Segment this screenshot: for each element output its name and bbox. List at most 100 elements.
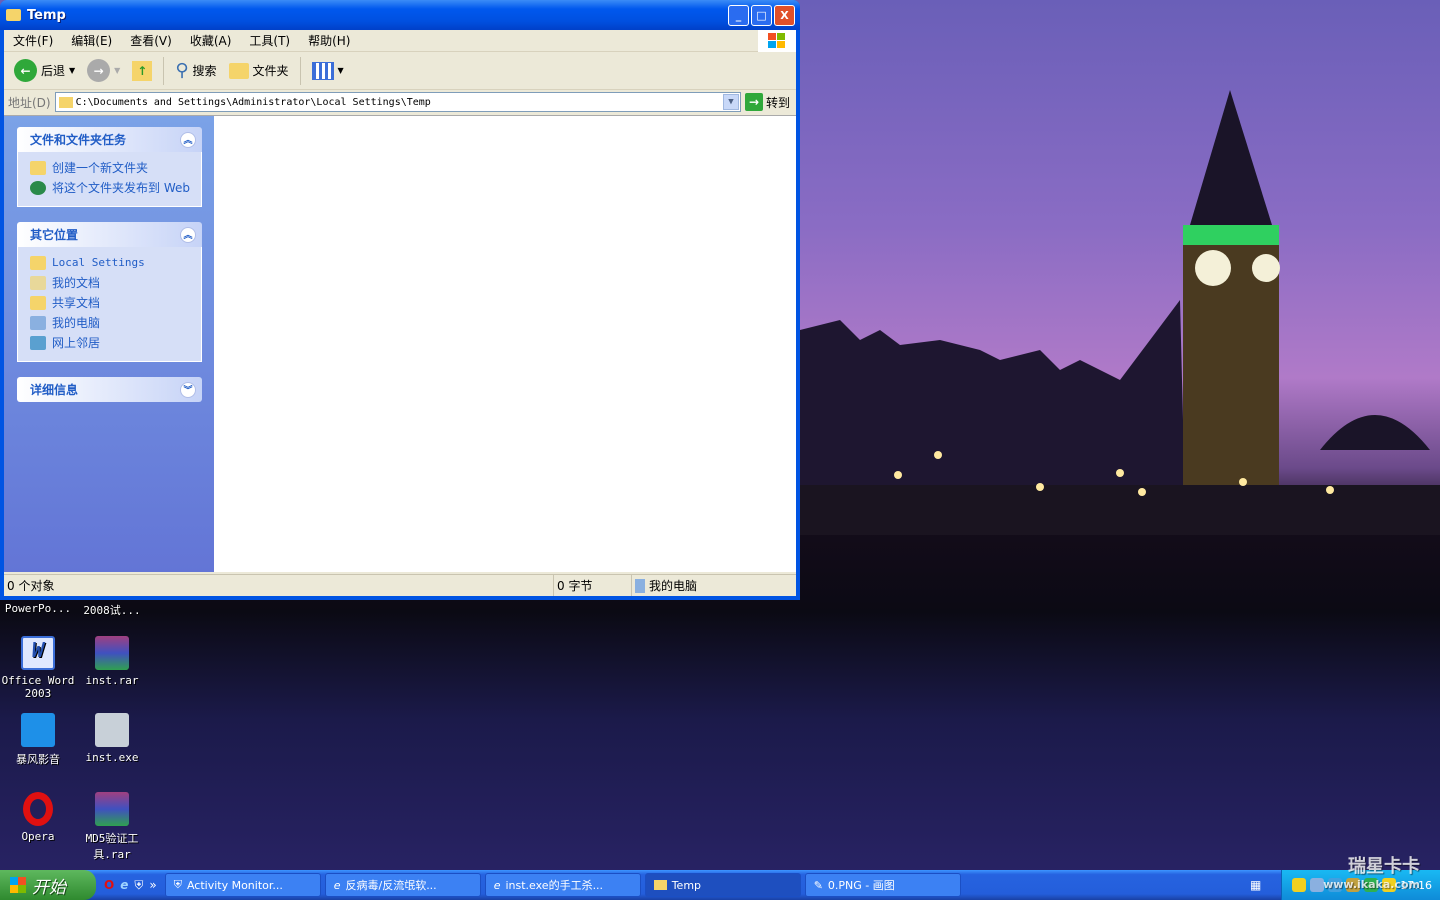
- icon-label: Office Word 2003: [1, 674, 75, 700]
- opera-icon: [23, 792, 53, 826]
- menu-help[interactable]: 帮助(H): [299, 32, 359, 49]
- menu-bar: 文件(F) 编辑(E) 查看(V) 收藏(A) 工具(T) 帮助(H): [4, 30, 796, 52]
- desktop-icon-opera[interactable]: Opera: [0, 792, 76, 843]
- file-tasks-header[interactable]: 文件和文件夹任务 ︽: [17, 127, 202, 152]
- menu-tools[interactable]: 工具(T): [240, 32, 299, 49]
- more-icon[interactable]: »: [149, 878, 156, 892]
- task-label: Temp: [671, 878, 702, 892]
- icon-label: PowerPo...: [4, 602, 72, 615]
- taskbar-item-temp[interactable]: Temp: [644, 873, 801, 897]
- taskbar-item-inst-exe[interactable]: e inst.exe的手工杀...: [484, 873, 641, 897]
- desktop-icon-inst-rar[interactable]: inst.rar: [74, 636, 150, 687]
- details-panel: 详细信息 ︾: [17, 377, 202, 402]
- title-bar[interactable]: Temp _ □ X: [0, 0, 800, 30]
- network-icon[interactable]: [1310, 878, 1325, 892]
- desktop-icon-baofeng[interactable]: 暴风影音: [0, 713, 76, 767]
- panel-title: 详细信息: [30, 383, 79, 397]
- minimize-button[interactable]: _: [728, 4, 749, 26]
- paint-icon: ✎: [813, 878, 823, 892]
- icon-label: inst.rar: [85, 674, 139, 687]
- explorer-window: Temp _ □ X 文件(F) 编辑(E) 查看(V) 收藏(A) 工具(T)…: [0, 0, 800, 600]
- task-label: 创建一个新文件夹: [52, 161, 149, 175]
- taskbar-item-paint[interactable]: ✎ 0.PNG - 画图: [804, 873, 961, 897]
- tray-app-icon[interactable]: [1346, 878, 1361, 892]
- keyboard-icon[interactable]: ▦: [1250, 878, 1261, 892]
- back-arrow-icon: ←: [14, 59, 37, 82]
- search-button[interactable]: ⚲ 搜索: [171, 58, 220, 83]
- desktop-icon-2008[interactable]: 2008试...: [74, 602, 150, 618]
- forward-arrow-icon: →: [87, 59, 111, 82]
- desktop-icon-inst-exe[interactable]: inst.exe: [74, 713, 150, 764]
- place-my-documents[interactable]: 我的文档: [30, 275, 191, 291]
- address-dropdown-icon[interactable]: ▼: [722, 94, 739, 110]
- windows-logo-icon: [10, 877, 26, 893]
- status-location: 我的电脑: [632, 575, 796, 596]
- location-label: 我的电脑: [649, 579, 698, 593]
- up-button[interactable]: ↑: [128, 59, 156, 83]
- security-shield-icon[interactable]: [1292, 878, 1307, 892]
- icon-label: inst.exe: [85, 751, 139, 764]
- file-list-area[interactable]: [214, 116, 796, 572]
- back-label: 后退: [41, 64, 66, 78]
- place-label: 共享文档: [52, 296, 101, 310]
- taskbar-item-activity-monitor[interactable]: ⛨ Activity Monitor...: [164, 873, 321, 897]
- start-button[interactable]: 开始: [0, 870, 96, 900]
- place-local-settings[interactable]: Local Settings: [30, 255, 191, 271]
- go-button[interactable]: → 转到: [744, 93, 796, 111]
- tray-app-icon[interactable]: [1364, 878, 1379, 892]
- update-icon[interactable]: [1328, 878, 1343, 892]
- views-button[interactable]: ▼: [308, 60, 348, 82]
- other-places-header[interactable]: 其它位置 ︽: [17, 222, 202, 247]
- folder-icon: [30, 256, 46, 270]
- collapse-icon[interactable]: ︽: [180, 226, 196, 243]
- place-shared-documents[interactable]: 共享文档: [30, 295, 191, 311]
- folder-icon: [30, 296, 46, 310]
- security-shield-icon[interactable]: [1382, 878, 1397, 892]
- menu-edit[interactable]: 编辑(E): [62, 32, 121, 49]
- system-tray: 17:16: [1281, 870, 1440, 900]
- opera-icon[interactable]: O: [104, 878, 114, 892]
- icon-label: 暴风影音: [16, 753, 60, 766]
- maximize-button[interactable]: □: [751, 4, 772, 26]
- task-pane: 文件和文件夹任务 ︽ 创建一个新文件夹 将这个文件夹发布到 Web 其它位置 ︽ L…: [4, 116, 214, 572]
- desktop-icon-md5-rar[interactable]: MD5验证工具.rar: [74, 792, 150, 862]
- back-button[interactable]: ← 后退 ▼: [10, 57, 79, 84]
- details-header[interactable]: 详细信息 ︾: [17, 377, 202, 402]
- task-publish-web[interactable]: 将这个文件夹发布到 Web: [30, 180, 191, 196]
- address-label: 地址(D): [8, 95, 51, 110]
- task-label: 0.PNG - 画图: [827, 879, 895, 892]
- windows-logo-icon: [758, 30, 796, 52]
- documents-icon: [30, 276, 46, 290]
- folders-button[interactable]: 文件夹: [225, 60, 293, 81]
- collapse-icon[interactable]: ︽: [180, 131, 196, 148]
- menu-file[interactable]: 文件(F): [4, 32, 62, 49]
- address-input[interactable]: C:\Documents and Settings\Administrator\…: [54, 92, 741, 112]
- menu-view[interactable]: 查看(V): [121, 32, 181, 49]
- desktop-icon-powerpoint[interactable]: PowerPo...: [0, 602, 76, 615]
- desktop-icon-word[interactable]: W Office Word 2003: [0, 636, 76, 700]
- clock[interactable]: 17:16: [1400, 879, 1432, 892]
- shield-icon[interactable]: ⛨: [134, 878, 143, 893]
- folder-up-icon: ↑: [132, 60, 153, 81]
- menu-favorites[interactable]: 收藏(A): [181, 32, 241, 49]
- place-my-computer[interactable]: 我的电脑: [30, 315, 191, 331]
- forward-button[interactable]: → ▼: [83, 57, 124, 84]
- status-bar: 0 个对象 0 字节 我的电脑: [4, 574, 796, 596]
- views-icon: [311, 61, 334, 80]
- place-label: Local Settings: [52, 256, 145, 269]
- taskbar-item-antivirus[interactable]: e 反病毒/反流氓软...: [324, 873, 481, 897]
- toolbar: ← 后退 ▼ → ▼ ↑ ⚲ 搜索 文件夹 ▼: [4, 52, 796, 90]
- close-button[interactable]: X: [774, 4, 795, 26]
- separator: [163, 56, 165, 85]
- icon-label: Opera: [21, 830, 55, 843]
- other-places-panel: 其它位置 ︽ Local Settings 我的文档 共享文档 我的电脑 网上邻居: [17, 222, 202, 362]
- start-label: 开始: [32, 877, 66, 898]
- status-size: 0 字节: [554, 575, 632, 596]
- task-new-folder[interactable]: 创建一个新文件夹: [30, 160, 191, 176]
- expand-icon[interactable]: ︾: [180, 381, 196, 398]
- panel-title: 其它位置: [30, 228, 79, 242]
- chevron-down-icon: ▼: [114, 66, 121, 75]
- status-objects: 0 个对象: [4, 575, 554, 596]
- place-network[interactable]: 网上邻居: [30, 335, 191, 351]
- ie-icon[interactable]: e: [120, 878, 128, 892]
